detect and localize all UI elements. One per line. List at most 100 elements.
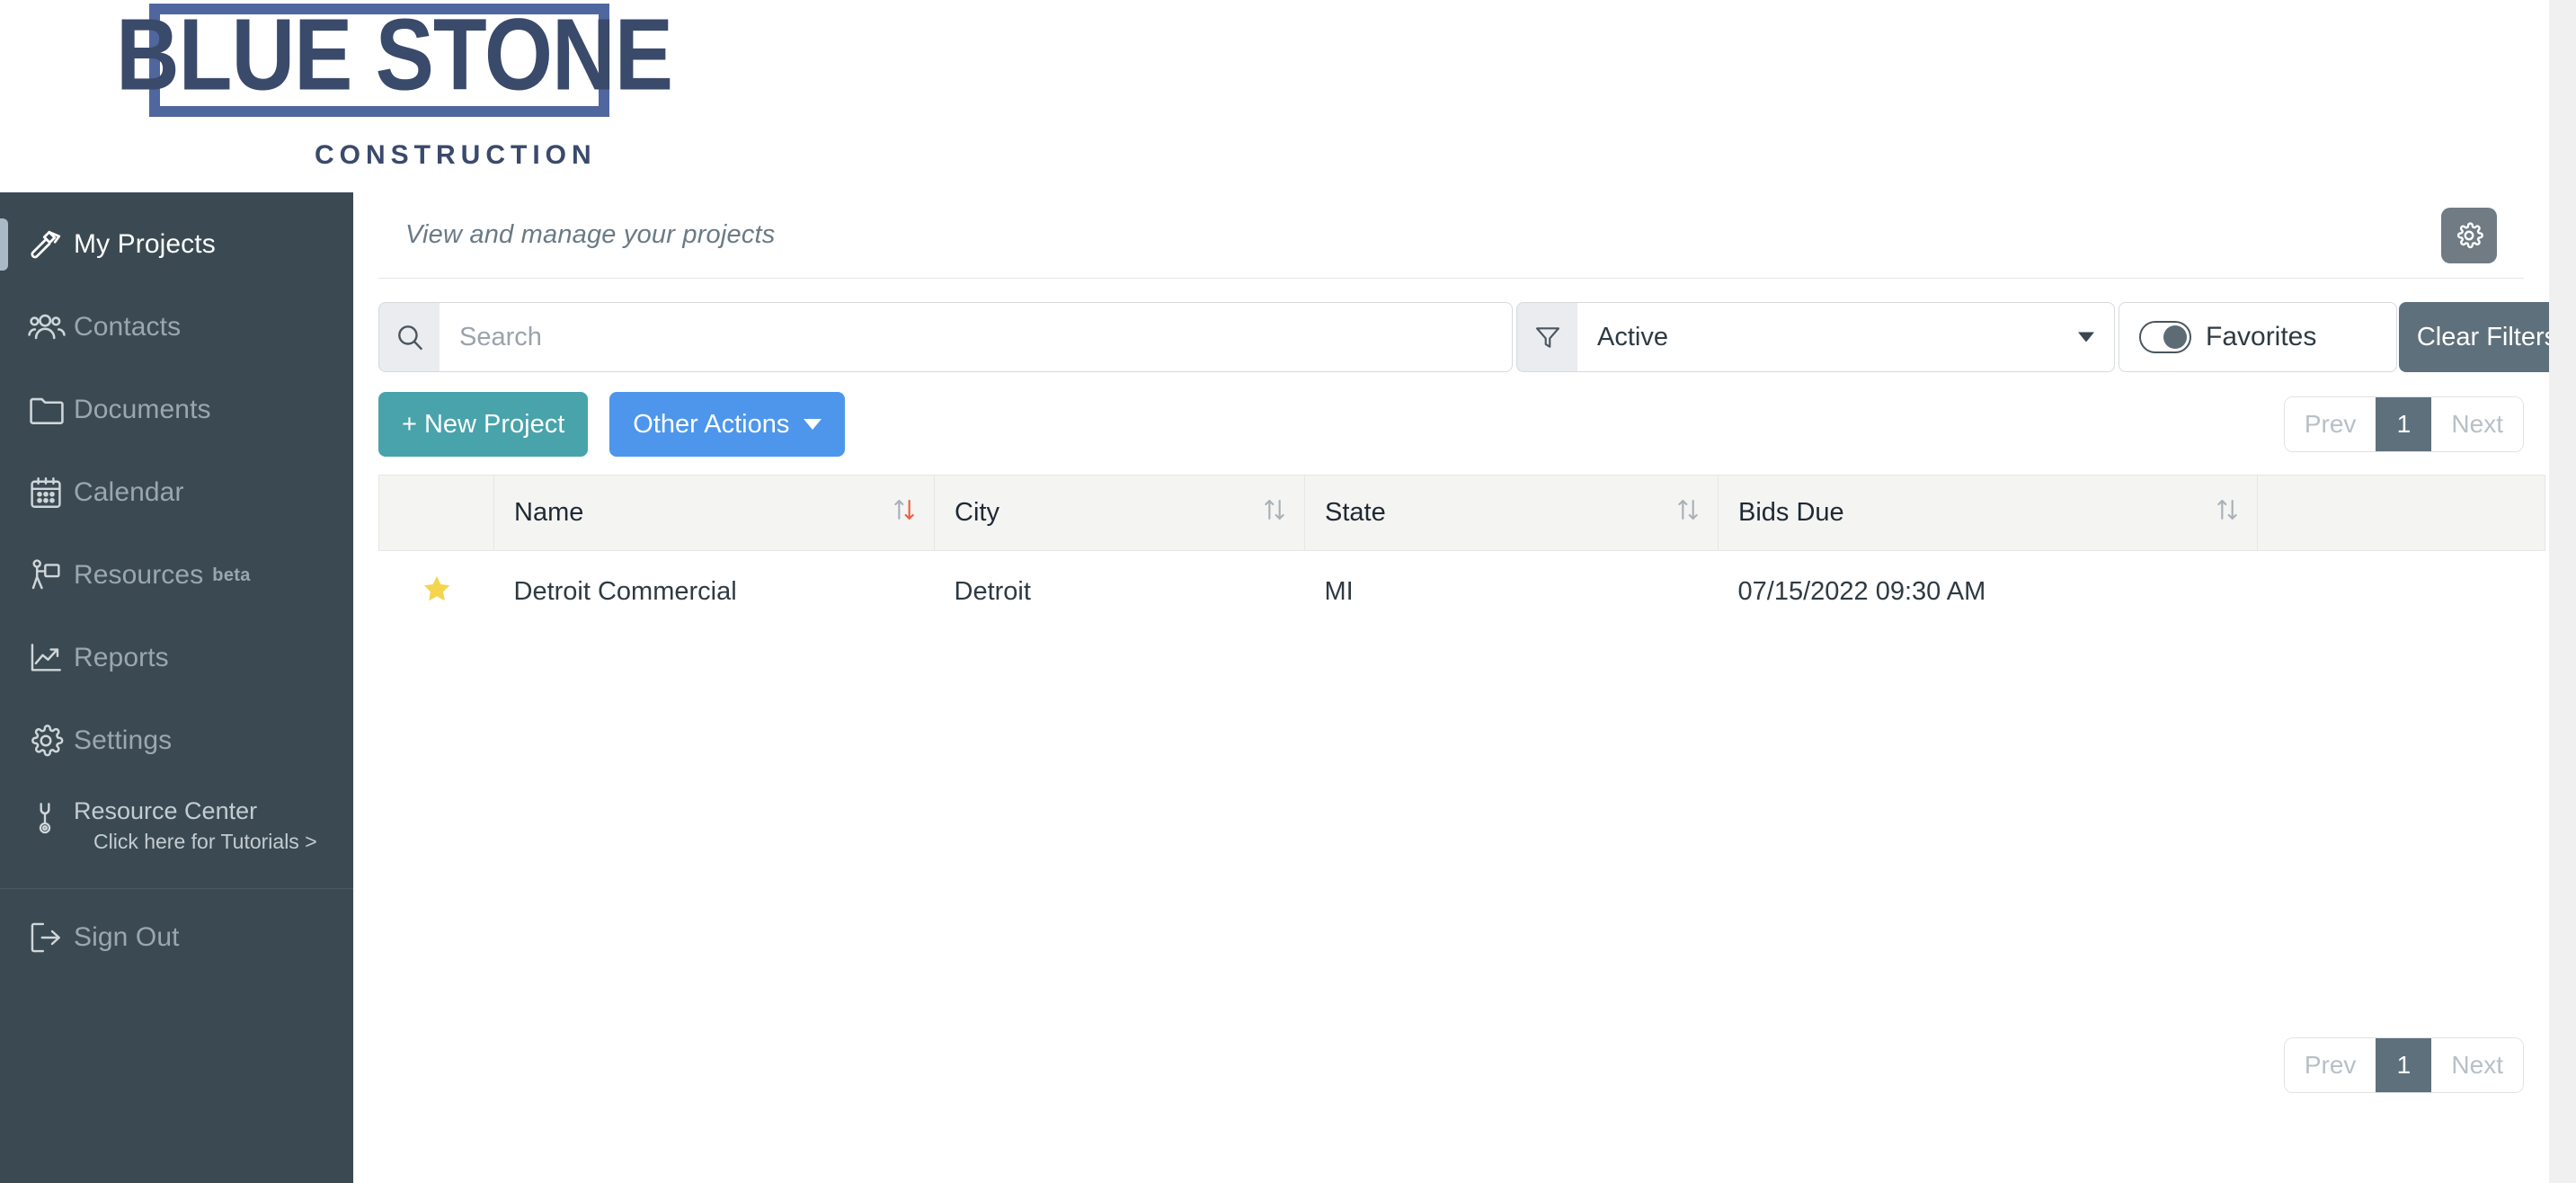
page-header: View and manage your projects [378,192,2524,279]
status-filter-group: Active [1516,302,2115,372]
table-body: Detroit Commercial Detroit MI 07/15/2022… [379,551,2545,634]
worker-icon [27,556,74,595]
sort-icon-name-desc[interactable] [893,494,916,532]
cell-state: MI [1305,551,1719,634]
sidebar-item-label: Calendar [74,477,184,508]
sidebar-item-documents[interactable]: Documents [0,369,353,451]
people-icon [27,307,74,347]
cell-bids-due: 07/15/2022 09:30 AM [1719,551,2258,634]
projects-table: Name [378,475,2545,634]
search-group [378,302,1513,372]
column-header-city[interactable]: City [935,476,1305,551]
svg-text:BLUE STONE: BLUE STONE [116,0,672,111]
sidebar-item-label: My Projects [74,229,216,260]
actions-row: + New Project Other Actions Prev 1 Next [378,392,2524,457]
new-project-label: New Project [424,410,564,440]
search-input[interactable] [440,302,1513,372]
favorites-toggle[interactable] [2139,321,2191,353]
column-label: City [955,498,999,527]
cell-name: Detroit Commercial [494,551,935,634]
sidebar-item-label: Reports [74,643,169,673]
chart-line-icon [27,638,74,678]
column-header-name[interactable]: Name [494,476,935,551]
chevron-down-icon [2078,333,2094,342]
column-header-actions [2258,476,2545,551]
resource-center-subtitle[interactable]: Click here for Tutorials > [74,831,317,852]
calendar-icon [27,473,74,512]
cell-city: Detroit [935,551,1305,634]
favorites-toggle-group[interactable]: Favorites [2119,302,2397,372]
star-icon[interactable] [421,573,453,612]
table-head: Name [379,476,2545,551]
sidebar-item-reports[interactable]: Reports [0,617,353,699]
sidebar-nav-list: My Projects Contacts [0,192,353,979]
pagination-top: Prev 1 Next [2284,396,2524,452]
funnel-icon [1516,302,1577,372]
sidebar-divider [0,888,353,889]
active-indicator [0,218,8,271]
wrench-icon [27,798,74,850]
status-filter-select[interactable]: Active [1577,302,2115,372]
table-row[interactable]: Detroit Commercial Detroit MI 07/15/2022… [379,551,2545,634]
sidebar-item-label: Resources [74,560,203,591]
svg-text:CONSTRUCTION: CONSTRUCTION [315,140,597,170]
chevron-down-icon [804,419,822,430]
sidebar-item-label: Sign Out [74,922,180,953]
sidebar-item-label: Settings [74,725,172,756]
search-icon [378,302,440,372]
sidebar-item-label: Contacts [74,312,181,342]
sort-icon-city[interactable] [1263,494,1286,532]
sort-icon-state[interactable] [1676,494,1700,532]
sidebar-item-contacts[interactable]: Contacts [0,286,353,369]
favorite-cell[interactable] [379,551,494,634]
column-header-bids-due[interactable]: Bids Due [1719,476,2258,551]
resource-center-text: Resource Center Click here for Tutorials… [74,798,317,852]
pagination-bottom: Prev 1 Next [2284,1037,2524,1093]
brand-logo: BLUE STONE CONSTRUCTION [70,0,717,180]
filter-toolbar: Active Favorites Clear Filters [378,302,2524,372]
plus-icon: + [402,410,417,440]
sidebar-item-sign-out[interactable]: Sign Out [0,896,353,979]
sidebar-item-settings[interactable]: Settings [0,699,353,782]
main-content: View and manage your projects [353,192,2549,1183]
gear-icon [27,721,74,760]
toggle-knob [2163,325,2187,349]
sort-icon-bids-due[interactable] [2216,494,2239,532]
pagination-page-1-button[interactable]: 1 [2376,397,2431,451]
sidebar-item-label: Documents [74,395,211,425]
other-actions-button[interactable]: Other Actions [609,392,845,457]
sidebar: My Projects Contacts [0,192,353,1183]
pagination-next-button[interactable]: Next [2431,397,2523,451]
settings-gear-button[interactable] [2441,208,2497,263]
other-actions-label: Other Actions [633,410,789,440]
pagination-prev-button-bottom[interactable]: Prev [2285,1038,2376,1092]
hammer-icon [27,225,74,264]
column-label: Bids Due [1738,498,1844,527]
pagination-page-1-button-bottom[interactable]: 1 [2376,1038,2431,1092]
favorites-label: Favorites [2206,322,2316,352]
cell-actions [2258,551,2545,634]
table-header-row: Name [379,476,2545,551]
column-header-state[interactable]: State [1305,476,1719,551]
sign-out-icon [27,918,74,957]
pagination-next-button-bottom[interactable]: Next [2431,1038,2523,1092]
pagination-prev-button[interactable]: Prev [2285,397,2376,451]
brand-header: BLUE STONE CONSTRUCTION [0,0,2576,192]
column-label: State [1325,498,1386,527]
column-label: Name [514,498,583,527]
sidebar-item-calendar[interactable]: Calendar [0,451,353,534]
gear-icon [2454,220,2484,251]
status-filter-value: Active [1597,323,1668,352]
sidebar-item-resources[interactable]: Resources beta [0,534,353,617]
right-edge-rail [2549,0,2576,1183]
projects-table-wrapper: Name [378,475,2524,634]
new-project-button[interactable]: + New Project [378,392,588,457]
beta-badge: beta [212,565,250,586]
column-header-favorite [379,476,494,551]
page-subtitle: View and manage your projects [405,220,776,250]
sidebar-item-resource-center[interactable]: Resource Center Click here for Tutorials… [0,782,353,876]
resource-center-title: Resource Center [74,798,317,823]
app-root: BLUE STONE CONSTRUCTION My Projects [0,0,2576,1183]
folder-icon [27,390,74,430]
sidebar-item-my-projects[interactable]: My Projects [0,203,353,286]
